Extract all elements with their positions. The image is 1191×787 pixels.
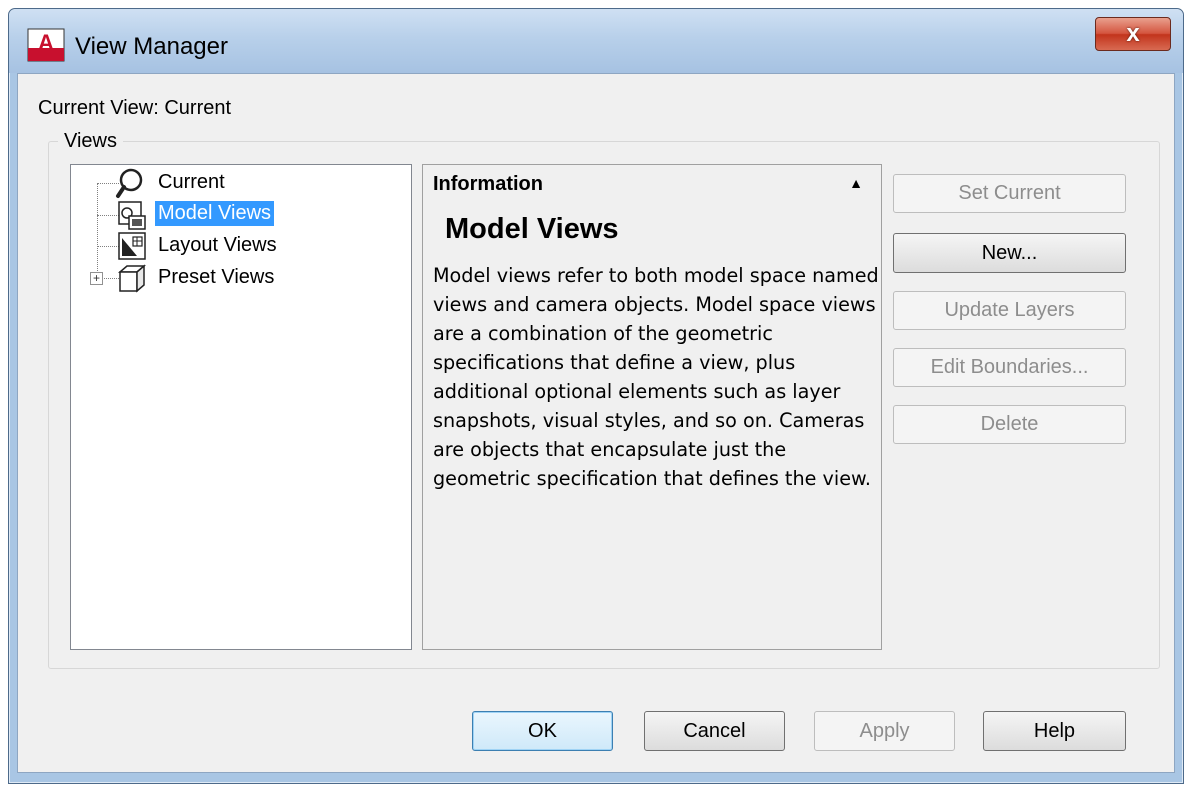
help-button[interactable]: Help xyxy=(983,711,1126,751)
magnifier-icon xyxy=(116,168,143,198)
tree-item-layout-views[interactable]: Layout Views xyxy=(155,233,280,258)
current-view-label: Current View: Current xyxy=(38,97,232,119)
ok-button[interactable]: OK xyxy=(472,711,613,751)
tree-item-preset-views[interactable]: Preset Views xyxy=(155,265,277,290)
update-layers-button[interactable]: Update Layers xyxy=(893,291,1126,330)
information-description: Model views refer to both model space na… xyxy=(433,264,879,490)
information-panel: Information ▲ Model Views Model views re… xyxy=(422,164,882,650)
apply-button[interactable]: Apply xyxy=(814,711,955,751)
cube-icon xyxy=(117,264,147,293)
expand-toggle-icon[interactable]: + xyxy=(90,272,103,285)
delete-button[interactable]: Delete xyxy=(893,405,1126,444)
autocad-app-icon: A xyxy=(27,28,65,62)
window-title: View Manager xyxy=(75,33,228,60)
edit-boundaries-button[interactable]: Edit Boundaries... xyxy=(893,348,1126,387)
close-button[interactable]: x xyxy=(1095,17,1171,51)
model-views-icon xyxy=(118,201,146,230)
svg-text:A: A xyxy=(38,30,54,55)
close-icon: x xyxy=(1126,20,1140,47)
views-tree[interactable]: Current Model Views Layout Views + Prese… xyxy=(70,164,412,650)
information-header: Information xyxy=(433,173,543,195)
title-bar[interactable]: A View Manager x xyxy=(9,9,1183,73)
information-title: Model Views xyxy=(445,213,619,245)
collapse-arrow-icon[interactable]: ▲ xyxy=(849,175,863,191)
tree-connector-line xyxy=(97,183,98,279)
tree-item-model-views[interactable]: Model Views xyxy=(155,201,275,226)
cancel-button[interactable]: Cancel xyxy=(644,711,785,751)
layout-views-icon xyxy=(118,232,146,260)
views-group-label: Views xyxy=(58,130,123,153)
new-view-button[interactable]: New... xyxy=(893,233,1126,273)
tree-item-current[interactable]: Current xyxy=(155,170,228,195)
set-current-button[interactable]: Set Current xyxy=(893,174,1126,213)
